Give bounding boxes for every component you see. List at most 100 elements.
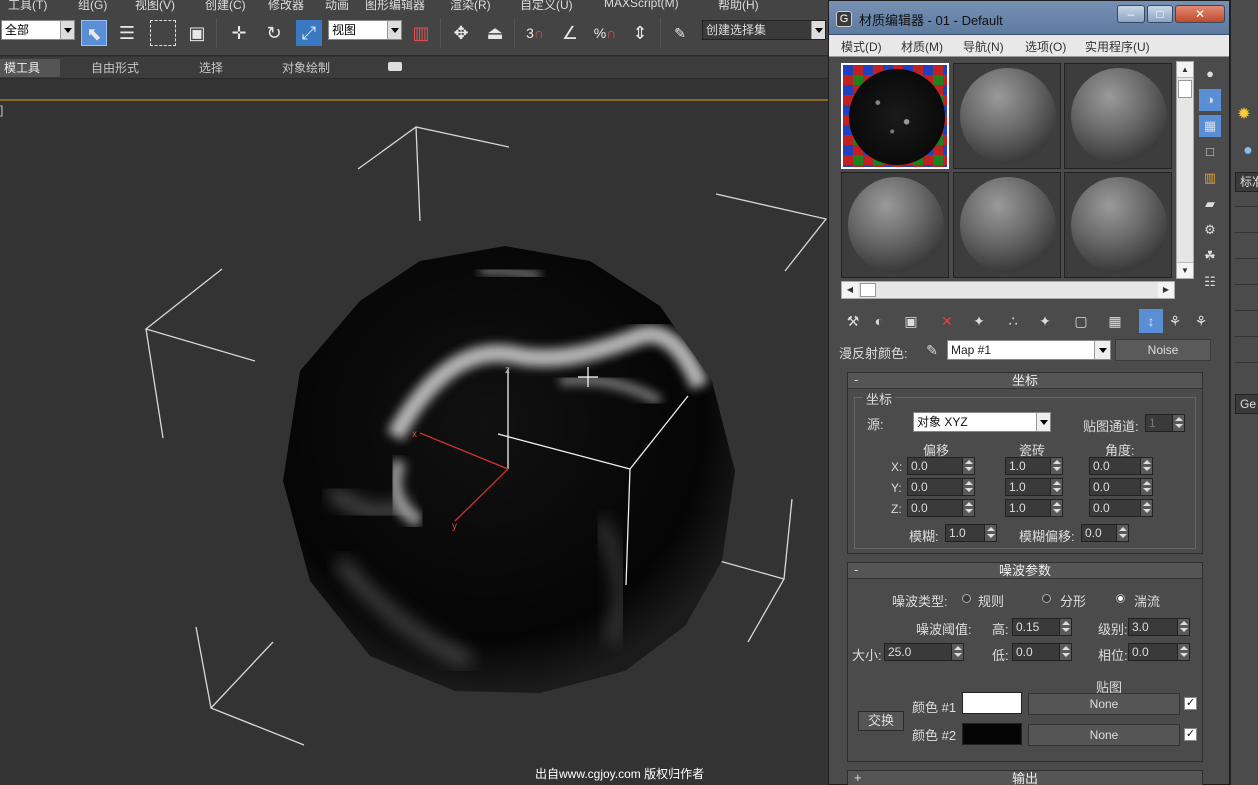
material-editor-titlebar[interactable]: G 材质编辑器 - 01 - Default – □ ✕: [829, 1, 1229, 35]
spinner-arrows-icon[interactable]: [1050, 458, 1062, 474]
high-spinner[interactable]: 0.15: [1012, 618, 1072, 636]
source-dropdown[interactable]: 对象 XYZ: [913, 412, 1051, 432]
assign-material-icon[interactable]: ▣: [899, 309, 923, 333]
eyedropper-icon[interactable]: ✎: [923, 341, 941, 359]
blur-offset-spinner[interactable]: 0.0: [1081, 524, 1129, 542]
size-spinner[interactable]: 25.0: [884, 643, 964, 661]
selection-filter-dropdown[interactable]: 全部: [1, 20, 75, 40]
spinner-arrows-icon[interactable]: [1140, 458, 1152, 474]
color2-map-button[interactable]: None: [1028, 724, 1180, 746]
scroll-right-icon[interactable]: ▶: [1158, 282, 1174, 298]
swap-button[interactable]: 交换: [858, 711, 904, 731]
angle-y-spinner[interactable]: 0.0: [1089, 478, 1153, 496]
low-spinner[interactable]: 0.0: [1012, 643, 1072, 661]
coordinates-rollout-header[interactable]: - 坐标: [848, 372, 1202, 389]
spinner-arrows-icon[interactable]: [962, 458, 974, 474]
object-category-dropdown[interactable]: 标准: [1235, 172, 1258, 192]
spinner-arrows-icon[interactable]: [1050, 500, 1062, 516]
spinner-arrows-icon[interactable]: [1172, 415, 1184, 431]
radio-fractal[interactable]: [1042, 594, 1051, 603]
show-end-result-icon[interactable]: ↕: [1139, 309, 1163, 333]
sample-type-icon[interactable]: ●: [1199, 63, 1221, 85]
spinner-arrows-icon[interactable]: [1050, 479, 1062, 495]
tab-modeling-tools[interactable]: 模工具: [0, 59, 60, 77]
edit-named-selection-icon[interactable]: ✎: [667, 20, 693, 46]
select-by-material-icon[interactable]: ☘: [1199, 245, 1221, 267]
sample-slot-2[interactable]: [953, 63, 1061, 169]
slots-vertical-scrollbar[interactable]: ▲ ▼: [1176, 61, 1194, 279]
offset-z-spinner[interactable]: 0.0: [907, 499, 975, 517]
named-selection-dropdown[interactable]: 创建选择集: [702, 20, 826, 40]
pivot-icon[interactable]: ▥: [408, 20, 434, 46]
background-icon[interactable]: ▦: [1199, 115, 1221, 137]
menu-animation[interactable]: 动画: [325, 0, 349, 12]
video-color-check-icon[interactable]: ▥: [1199, 167, 1221, 189]
tab-selection[interactable]: 选择: [199, 59, 223, 77]
scroll-thumb[interactable]: [860, 283, 876, 297]
map-channel-spinner[interactable]: 1: [1145, 414, 1185, 432]
levels-spinner[interactable]: 3.0: [1128, 618, 1190, 636]
radio-regular[interactable]: [962, 594, 971, 603]
slots-horizontal-scrollbar[interactable]: ◀ ▶: [841, 281, 1175, 299]
menu-utilities[interactable]: 实用程序(U): [1085, 38, 1150, 55]
spinner-arrows-icon[interactable]: [984, 525, 996, 541]
rect-region-icon[interactable]: [150, 20, 176, 46]
tiling-y-spinner[interactable]: 1.0: [1005, 478, 1063, 496]
tab-freeform[interactable]: 自由形式: [91, 59, 139, 77]
radio-turbulence[interactable]: [1116, 594, 1125, 603]
select-by-name-icon[interactable]: ☰: [114, 20, 140, 46]
put-to-scene-icon[interactable]: ◐: [867, 309, 891, 333]
tiling-x-spinner[interactable]: 1.0: [1005, 457, 1063, 475]
material-navigator-icon[interactable]: ☷: [1199, 271, 1221, 293]
rotate-icon[interactable]: ↻: [261, 20, 287, 46]
sample-slot-5[interactable]: [953, 172, 1061, 278]
blur-spinner[interactable]: 1.0: [945, 524, 997, 542]
close-button[interactable]: ✕: [1175, 5, 1225, 23]
spinner-arrows-icon[interactable]: [1177, 619, 1189, 635]
align-icon[interactable]: ⏏: [482, 20, 508, 46]
spinner-snap-icon[interactable]: ⇕: [627, 20, 653, 46]
menu-navigation[interactable]: 导航(N): [963, 38, 1004, 55]
color1-map-button[interactable]: None: [1028, 693, 1180, 715]
name-field[interactable]: Ge: [1235, 394, 1258, 414]
ref-coord-dropdown[interactable]: 视图: [328, 20, 402, 40]
angle-x-spinner[interactable]: 0.0: [1089, 457, 1153, 475]
spinner-arrows-icon[interactable]: [1140, 500, 1152, 516]
window-crossing-icon[interactable]: ▣: [184, 20, 210, 46]
menu-rendering[interactable]: 渲染(R): [450, 0, 491, 12]
menu-customize[interactable]: 自定义(U): [520, 0, 573, 12]
percent-snap-icon[interactable]: %∩: [592, 20, 618, 46]
go-to-parent-icon[interactable]: ⚘: [1163, 309, 1187, 333]
angle-z-spinner[interactable]: 0.0: [1089, 499, 1153, 517]
scroll-left-icon[interactable]: ◀: [842, 282, 858, 298]
spinner-arrows-icon[interactable]: [1116, 525, 1128, 541]
offset-x-spinner[interactable]: 0.0: [907, 457, 975, 475]
menu-graph-editors[interactable]: 图形编辑器: [365, 0, 425, 12]
tab-object-paint[interactable]: 对象绘制: [282, 59, 330, 77]
map-name-dropdown[interactable]: Map #1: [947, 340, 1111, 360]
spinner-arrows-icon[interactable]: [1059, 619, 1071, 635]
menu-material[interactable]: 材质(M): [901, 38, 943, 55]
put-to-library-icon[interactable]: ✦: [1033, 309, 1057, 333]
sample-slot-3[interactable]: [1064, 63, 1172, 169]
spinner-arrows-icon[interactable]: [951, 644, 963, 660]
menu-group[interactable]: 组(G): [78, 0, 107, 12]
color2-swatch[interactable]: [962, 723, 1022, 745]
menu-modifiers[interactable]: 修改器: [268, 0, 304, 12]
minimize-button[interactable]: –: [1117, 5, 1145, 23]
offset-y-spinner[interactable]: 0.0: [907, 478, 975, 496]
scroll-down-icon[interactable]: ▼: [1177, 262, 1193, 278]
sphere-icon[interactable]: ●: [1237, 140, 1258, 162]
scroll-up-icon[interactable]: ▲: [1177, 62, 1193, 78]
get-material-icon[interactable]: ⚒: [841, 309, 865, 333]
color1-map-checkbox[interactable]: ✓: [1184, 697, 1197, 710]
scale-icon[interactable]: ⤢: [296, 20, 322, 46]
uv-tiling-icon[interactable]: □: [1199, 141, 1221, 163]
sample-slot-6[interactable]: [1064, 172, 1172, 278]
maximize-button[interactable]: □: [1147, 5, 1173, 23]
go-forward-sibling-icon[interactable]: ⚘: [1189, 309, 1213, 333]
snap-3-icon[interactable]: 3∩: [522, 20, 548, 46]
color2-map-checkbox[interactable]: ✓: [1184, 728, 1197, 741]
spinner-arrows-icon[interactable]: [1140, 479, 1152, 495]
menu-help[interactable]: 帮助(H): [718, 0, 759, 12]
